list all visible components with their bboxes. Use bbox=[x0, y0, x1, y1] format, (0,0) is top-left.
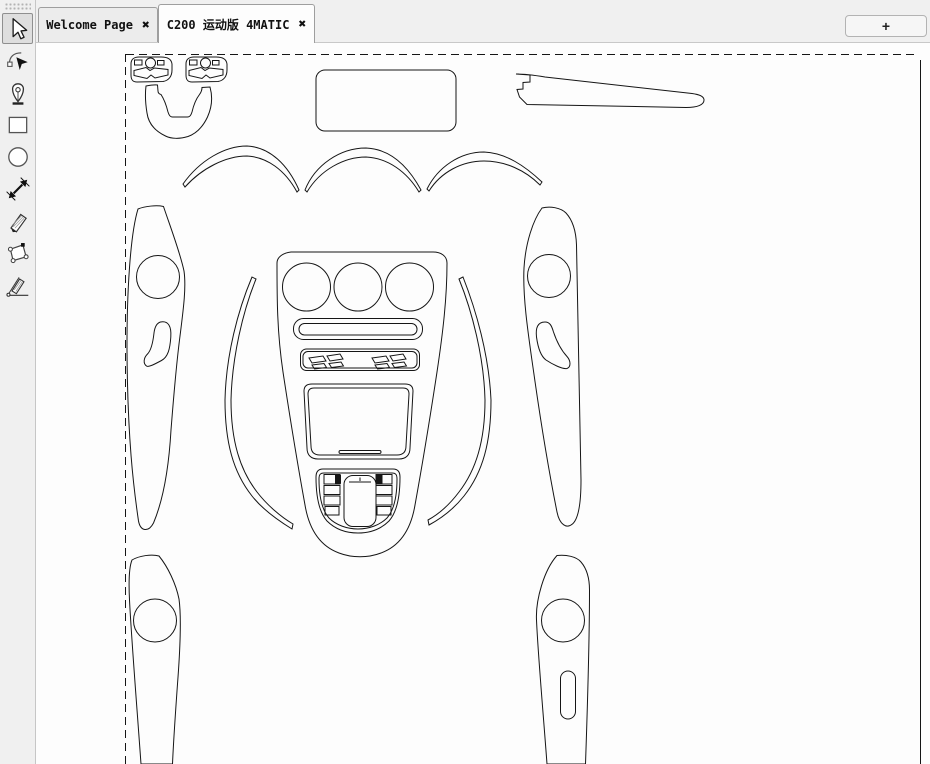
steering-column-lower-trim[interactable] bbox=[145, 85, 211, 139]
circle-icon bbox=[5, 144, 31, 170]
trim-slot-outer[interactable] bbox=[294, 319, 423, 340]
close-icon[interactable]: ✖ bbox=[142, 19, 150, 32]
page-boundary bbox=[126, 54, 917, 764]
new-tab-button[interactable]: + bbox=[845, 15, 927, 37]
tool-knife-button[interactable] bbox=[2, 205, 33, 236]
climate-buttons-right bbox=[372, 354, 407, 369]
tool-pen-button[interactable] bbox=[2, 77, 33, 108]
front-door-panel-right[interactable] bbox=[524, 207, 581, 526]
console-side-strip-right[interactable] bbox=[428, 277, 491, 525]
angle-pencil-icon bbox=[5, 272, 31, 298]
close-icon[interactable]: ✖ bbox=[298, 18, 306, 31]
node-curve-icon bbox=[5, 48, 31, 74]
tool-node-edit-button[interactable] bbox=[2, 45, 33, 76]
vent-circle-right[interactable] bbox=[386, 263, 434, 311]
vent-crescents[interactable] bbox=[183, 146, 542, 192]
knife-icon bbox=[5, 208, 31, 234]
tool-scale-button[interactable] bbox=[2, 173, 33, 204]
cursor-icon bbox=[5, 16, 31, 42]
vent-circle-left[interactable] bbox=[283, 263, 331, 311]
touchpad-controller[interactable] bbox=[316, 469, 400, 533]
armrest-lid[interactable] bbox=[304, 384, 413, 459]
tool-ellipse-button[interactable] bbox=[2, 141, 33, 172]
tool-select-button[interactable] bbox=[2, 13, 33, 44]
vent-circle-center[interactable] bbox=[334, 263, 382, 311]
pen-nib-icon bbox=[5, 80, 31, 106]
diagonal-double-arrow-icon bbox=[5, 176, 31, 202]
tab-welcome-page[interactable]: Welcome Page ✖ bbox=[38, 7, 158, 42]
tab-c200-document[interactable]: C200 运动版 4MATIC ✖ bbox=[158, 4, 315, 43]
tool-rectangle-button[interactable] bbox=[2, 109, 33, 140]
rear-door-panel-left[interactable] bbox=[129, 555, 180, 764]
toolbar-grip[interactable] bbox=[5, 3, 31, 11]
passenger-dash-trim[interactable] bbox=[516, 74, 704, 108]
tool-measure-button[interactable] bbox=[2, 269, 33, 300]
window-switch-panel-right[interactable] bbox=[186, 57, 227, 82]
console-side-strip-left[interactable] bbox=[225, 277, 293, 529]
tool-palette bbox=[0, 0, 36, 764]
drawing-canvas[interactable] bbox=[36, 43, 930, 764]
app-window: Welcome Page ✖ C200 运动版 4MATIC ✖ + bbox=[0, 0, 930, 764]
rear-door-panel-right[interactable] bbox=[536, 555, 589, 764]
center-screen-template[interactable] bbox=[316, 70, 456, 131]
touchpad-surface[interactable] bbox=[344, 476, 376, 527]
quad-nodes-icon bbox=[5, 240, 31, 266]
climate-control-panel[interactable] bbox=[301, 349, 420, 371]
trim-slot-inner[interactable] bbox=[299, 324, 417, 336]
front-door-panel-left[interactable] bbox=[127, 206, 185, 530]
center-console-cluster[interactable] bbox=[277, 252, 447, 557]
climate-buttons-left bbox=[309, 354, 344, 369]
tab-label: Welcome Page bbox=[46, 18, 133, 32]
tab-bar: Welcome Page ✖ C200 运动版 4MATIC ✖ + bbox=[36, 0, 930, 43]
tool-distort-button[interactable] bbox=[2, 237, 33, 268]
rectangle-icon bbox=[5, 112, 31, 138]
tab-label: C200 运动版 4MATIC bbox=[167, 16, 290, 33]
window-switch-panel-left[interactable] bbox=[131, 57, 172, 82]
